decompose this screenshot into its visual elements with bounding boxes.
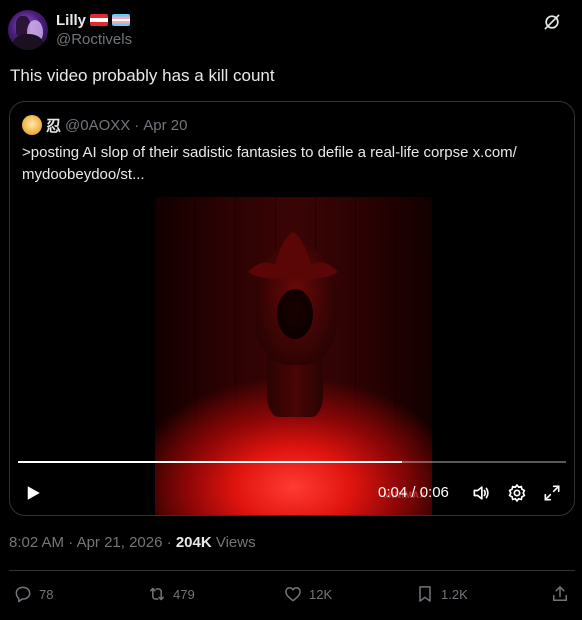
fullscreen-icon[interactable] (542, 483, 562, 503)
bookmark-button[interactable]: 1.2K (415, 583, 468, 605)
austria-flag-icon (90, 14, 109, 26)
reply-count: 78 (39, 586, 54, 602)
video-progress-bar[interactable] (18, 461, 566, 463)
like-count: 12K (309, 586, 333, 602)
share-button[interactable] (550, 583, 570, 605)
video-time: 0:04 / 0:06 (378, 484, 449, 501)
repost-button[interactable]: 479 (147, 583, 195, 605)
video-controls: 0:04 / 0:06 (10, 478, 574, 508)
author-name[interactable]: Lilly (56, 12, 86, 29)
repost-icon (150, 587, 164, 601)
meta-separator: · (68, 534, 74, 551)
reply-button[interactable]: 78 (13, 583, 53, 605)
video-frame[interactable]: MINIMAX (155, 197, 432, 515)
divider (9, 570, 575, 571)
grok-icon[interactable] (542, 12, 562, 32)
quote-separator: · (134, 116, 140, 134)
quote-header: 忍 @0AOXX · Apr 20 (22, 114, 187, 136)
avatar[interactable] (8, 10, 48, 50)
repost-count: 479 (173, 586, 195, 602)
play-icon[interactable] (24, 484, 42, 502)
gear-icon[interactable] (507, 483, 527, 503)
post-date[interactable]: Apr 21, 2026 (77, 534, 163, 551)
video-progress-fill (18, 461, 402, 463)
post-meta: 8:02 AM · Apr 21, 2026 · 204K Views (9, 534, 256, 551)
transgender-flag-icon (112, 14, 131, 26)
post-header: Lilly @Roctivels (8, 10, 574, 50)
like-button[interactable]: 12K (283, 583, 332, 605)
share-icon (553, 586, 567, 601)
views-count: 204K (175, 534, 212, 551)
post-text: This video probably has a kill count (10, 66, 275, 85)
quoted-post[interactable]: 忍 @0AOXX · Apr 20 >posting AI slop of th… (9, 101, 575, 516)
action-bar: 78 479 12K 1.2K (9, 583, 575, 605)
bookmark-count: 1.2K (441, 586, 468, 602)
quote-author-name[interactable]: 忍 (46, 115, 61, 136)
meta-separator-2: · (166, 534, 172, 551)
post-time[interactable]: 8:02 AM (9, 534, 64, 551)
author-handle[interactable]: @Roctivels (56, 31, 132, 48)
reply-icon (15, 586, 31, 603)
quote-avatar[interactable] (22, 115, 42, 135)
views-label: Views (215, 534, 256, 551)
quote-handle[interactable]: @0AOXX (65, 117, 130, 134)
bookmark-icon (419, 586, 431, 602)
quote-text: >posting AI slop of their sadistic fanta… (22, 144, 517, 183)
heart-icon (285, 587, 301, 602)
quote-date[interactable]: Apr 20 (143, 117, 187, 134)
volume-icon[interactable] (471, 483, 491, 503)
author-name-row: Lilly (56, 11, 131, 29)
